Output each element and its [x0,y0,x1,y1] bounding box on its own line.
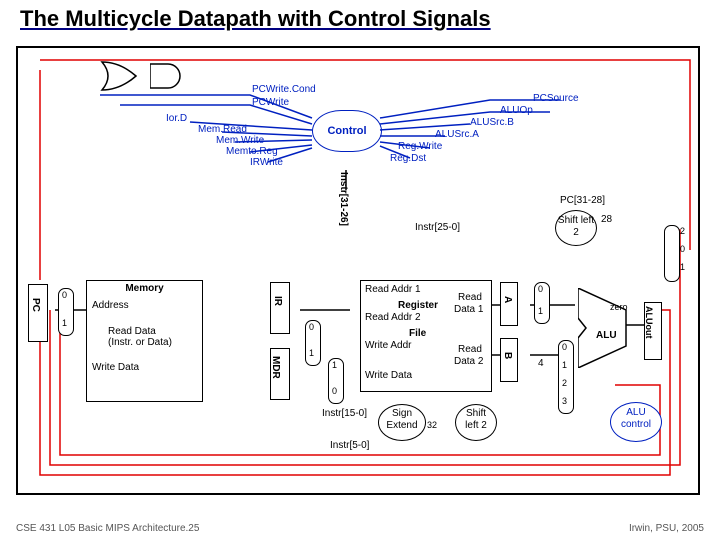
signal-regdst: Reg.Dst [390,153,426,164]
mux-alusrcb-1: 1 [562,360,567,370]
pc-label: PC [30,298,41,312]
or-gate-icon [100,60,140,92]
mux-iord-1: 1 [62,318,67,328]
signal-pcwritecond: PCWrite.Cond [252,84,316,95]
signal-instr31-26: Instr[31-26] [338,172,349,226]
regfile-file: File [409,328,426,339]
a-label: A [502,296,513,303]
memory-title: Memory [87,283,202,294]
mux-alusrcb-3: 3 [562,396,567,406]
signal-alusrcb: ALUSrc.B [470,117,514,128]
aluout-label: ALUout [644,306,654,339]
control-block: Control [312,110,382,152]
regfile-data2: Data 2 [454,356,483,367]
pc-block [28,284,48,342]
alu-label: ALU [596,330,617,341]
b-latch [500,338,518,382]
signal-pc31-28: PC[31-28] [560,195,605,206]
regfile-read1: Read [458,292,482,303]
regfile-register: Register [398,300,438,311]
label-32: 32 [427,420,437,430]
regfile-readaddr1: Read Addr 1 [365,284,421,295]
signal-pcwrite: PCWrite [252,97,289,108]
signal-instr5-0: Instr[5-0] [330,440,369,451]
alu-control: ALU control [610,402,662,442]
sign-extend: Sign Extend [378,404,426,441]
signal-pcsource: PCSource [533,93,579,104]
regfile-writeaddr: Write Addr [365,340,412,351]
signal-irwrite: IRWrite [250,157,283,168]
b-label: B [502,352,513,359]
mux-alusrca-1: 1 [538,306,543,316]
ir-label: IR [272,296,283,306]
signal-instr25-0: Instr[25-0] [415,222,460,233]
mux-pcsource-1: 1 [680,262,685,272]
signal-instr15-0: Instr[15-0] [322,408,367,419]
signal-iord: Ior.D [166,113,187,124]
shift-left-2-upper: Shift left 2 [555,210,597,246]
regfile-data1: Data 1 [454,304,483,315]
signal-memread: Mem.Read [198,124,247,135]
mux-regdst-0: 0 [309,322,314,332]
regfile-readaddr2: Read Addr 2 [365,312,421,323]
signal-aluop: ALUOp [500,105,533,116]
mux-alusrca-0: 0 [538,284,543,294]
alu-zero: zero [610,302,628,312]
mdr-label: MDR [270,356,281,379]
mux-iord-0: 0 [62,290,67,300]
mux-pcsource-2: 2 [680,226,685,236]
mux-pcsource [664,225,680,282]
and-gate-icon [150,62,190,90]
mux-pcsource-0: 0 [680,244,685,254]
signal-memwrite: Mem.Write [216,135,264,146]
signal-memtoreg: Memto.Reg [226,146,278,157]
regfile-read2: Read [458,344,482,355]
page-title: The Multicycle Datapath with Control Sig… [20,6,491,32]
memory-readdata: Read Data (Instr. or Data) [108,326,172,348]
const-4: 4 [538,358,544,369]
memory-address: Address [92,300,129,311]
footer-left: CSE 431 L05 Basic MIPS Architecture.25 [16,523,199,534]
shift-left-2-lower: Shift left 2 [455,404,497,441]
signal-alusrca: ALUSrc.A [435,129,479,140]
regfile-writedata: Write Data [365,370,412,381]
footer-right: Irwin, PSU, 2005 [629,523,704,534]
alu-shape [578,288,628,368]
label-28: 28 [601,214,612,225]
mux-memtoreg-0: 0 [332,386,337,396]
mux-memtoreg-1: 1 [332,360,337,370]
mux-alusrcb-2: 2 [562,378,567,388]
memory-writedata: Write Data [92,362,139,373]
mux-regdst-1: 1 [309,348,314,358]
mux-alusrcb-0: 0 [562,342,567,352]
ir-block [270,282,290,334]
a-latch [500,282,518,326]
signal-regwrite: Reg.Write [398,141,442,152]
